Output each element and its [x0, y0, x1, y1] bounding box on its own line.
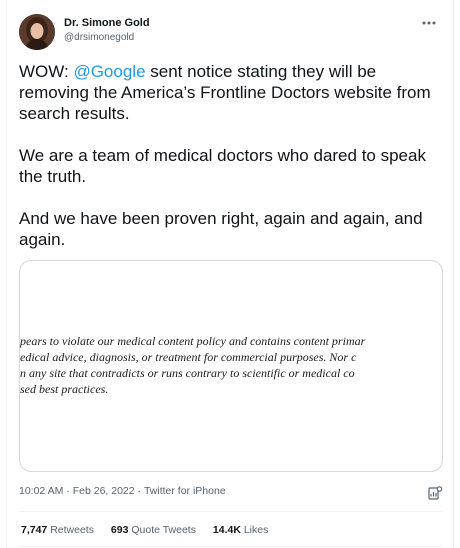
likes-label: Likes [243, 524, 269, 536]
tweet-card: Dr. Simone Gold @drsimonegold WOW: @Goog… [6, 0, 454, 548]
tweet-paragraph-3: And we have been proven right, again and… [19, 209, 423, 249]
likes-count: 14.4K [212, 524, 241, 536]
retweets-stat[interactable]: 7,747 Retweets [21, 524, 94, 536]
tweet-header: Dr. Simone Gold @drsimonegold [19, 14, 443, 50]
analytics-icon[interactable] [427, 485, 443, 501]
tweet-paragraph-2: We are a team of medical doctors who dar… [19, 146, 426, 186]
tweet-stats: 7,747 Retweets 693 Quote Tweets 14.4K Li… [21, 524, 282, 540]
scan-line: pears to violate our medical content pol… [20, 334, 366, 348]
quote-tweets-count: 693 [110, 524, 129, 536]
scan-line: sed best practices. [20, 382, 109, 396]
quote-tweets-stat[interactable]: 693 Quote Tweets [111, 524, 196, 536]
scan-line: edical advice, diagnosis, or treatment f… [20, 350, 357, 364]
tweet-date[interactable]: Feb 26, 2022 [73, 485, 135, 497]
scan-line: n any site that contradicts or runs cont… [20, 366, 355, 380]
author-display-name[interactable]: Dr. Simone Gold [64, 16, 150, 30]
tweet-text: WOW: @Google sent notice stating they wi… [19, 61, 447, 250]
tweet-meta: 10:02 AM · Feb 26, 2022 · Twitter for iP… [19, 485, 443, 501]
scanned-document-text: pears to violate our medical content pol… [20, 333, 442, 397]
author-names: Dr. Simone Gold @drsimonegold [64, 16, 150, 45]
tweet-text-prefix: WOW: [19, 62, 74, 81]
retweets-label: Retweets [50, 524, 94, 536]
tweet-source[interactable]: Twitter for iPhone [144, 485, 226, 497]
retweets-count: 7,747 [21, 524, 48, 536]
mention-link[interactable]: @Google [73, 62, 145, 81]
divider [19, 511, 443, 512]
tweet-time[interactable]: 10:02 AM [19, 485, 63, 497]
avatar[interactable] [19, 14, 55, 50]
quote-tweets-label: Quote Tweets [131, 524, 196, 536]
meta-separator: · [63, 485, 73, 498]
more-icon[interactable] [419, 14, 439, 32]
media-image[interactable]: pears to violate our medical content pol… [19, 260, 443, 472]
meta-separator: · [134, 485, 144, 498]
tweet-paragraph-1: WOW: @Google sent notice stating they wi… [19, 61, 447, 124]
author-handle[interactable]: @drsimonegold [64, 31, 150, 45]
divider [19, 546, 443, 547]
likes-stat[interactable]: 14.4K Likes [213, 524, 268, 536]
